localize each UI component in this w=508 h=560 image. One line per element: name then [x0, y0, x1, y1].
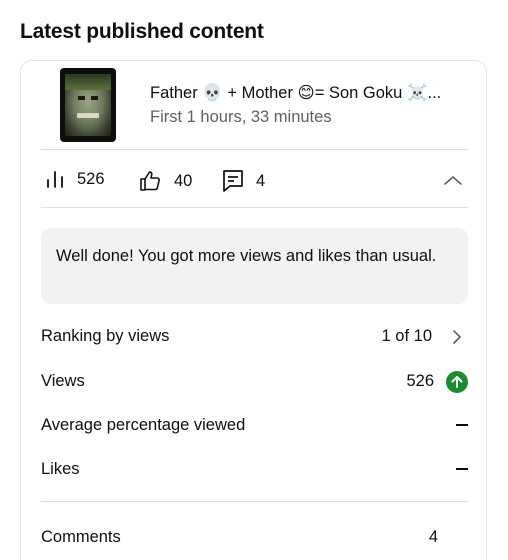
metric-label: Ranking by views — [41, 327, 170, 345]
metric-likes-row: Likes — [41, 455, 468, 485]
bar-chart-icon — [45, 169, 65, 189]
likes-stat: 40 — [138, 169, 192, 193]
performance-banner: Well done! You got more views and likes … — [41, 228, 468, 304]
views-stat: 526 — [45, 169, 105, 189]
metric-views-row: Views 526 — [41, 367, 468, 397]
comment-icon — [222, 169, 244, 193]
likes-count: 40 — [174, 171, 193, 190]
comments-count: 4 — [256, 171, 266, 190]
metric-label: Views — [41, 372, 85, 390]
metric-label: Comments — [41, 528, 121, 546]
collapse-button[interactable] — [441, 169, 465, 193]
divider — [41, 149, 468, 150]
thumbs-up-icon — [138, 169, 162, 193]
trend-up-icon — [446, 371, 468, 393]
metric-value-empty — [456, 424, 468, 426]
metric-value: 526 — [406, 372, 434, 390]
video-thumbnail[interactable] — [60, 68, 116, 142]
chevron-up-icon — [441, 176, 465, 197]
metric-value: 1 of 10 — [381, 327, 432, 345]
latest-content-card: Father 💀 + Mother 😊= Son Goku ☠️... Firs… — [20, 60, 487, 560]
divider — [41, 501, 468, 502]
metric-label: Average percentage viewed — [41, 416, 246, 434]
divider — [41, 207, 468, 208]
video-published-time: First 1 hours, 33 minutes — [150, 108, 332, 126]
metric-comments-row: Comments 4 — [41, 523, 468, 553]
metric-value: 4 — [428, 528, 438, 546]
metric-ranking-row[interactable]: Ranking by views 1 of 10 — [41, 322, 468, 352]
metric-value-empty — [456, 468, 468, 470]
video-title[interactable]: Father 💀 + Mother 😊= Son Goku ☠️... — [150, 83, 460, 103]
chevron-right-icon — [450, 327, 464, 352]
comments-stat: 4 — [222, 169, 265, 193]
metric-label: Likes — [41, 460, 80, 478]
views-count: 526 — [77, 169, 105, 188]
section-title: Latest published content — [20, 20, 264, 43]
metric-avg-viewed-row: Average percentage viewed — [41, 411, 468, 441]
